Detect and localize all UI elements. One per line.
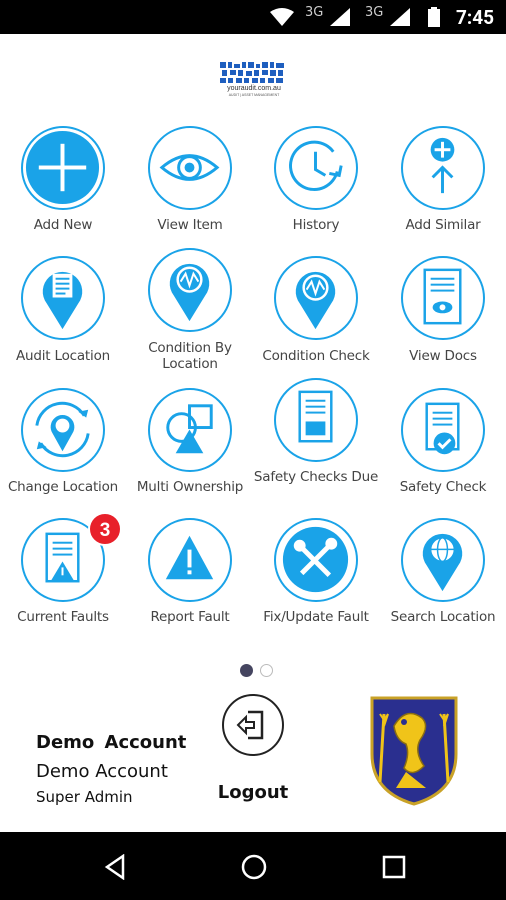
logout-label: Logout [217,782,289,803]
condition-location-pin-icon [169,263,210,322]
add-similar-icon [430,137,455,194]
app-logo: youraudit.com.au AUDIT | ASSET MANAGEMEN… [218,60,290,98]
organisation-crest-logo [366,692,462,806]
tile-label: Condition Check [262,348,370,364]
warning-triangle-icon [165,535,214,580]
documents-icon [423,268,462,325]
tile-label: Change Location [7,479,119,495]
audit-location-pin-icon [42,271,83,330]
calendar-checklist-icon [298,390,333,443]
clock: 7:45 [455,6,494,29]
system-navigation-bar [0,832,506,900]
tile-label: Safety Checks Due [253,469,379,485]
tile-label: Add Similar [405,217,481,233]
globe-pin-icon [422,533,463,592]
tile-label: Audit Location [16,348,110,364]
faults-count-badge: 3 [88,512,122,546]
account-role: Super Admin [36,788,133,806]
tile-label: Fix/Update Fault [263,609,369,625]
tools-icon [282,526,349,593]
tile-label: History [292,217,340,233]
tile-label: View Item [157,217,223,233]
tile-label: Current Faults [17,609,109,625]
logo-tagline: AUDIT | ASSET MANAGEMENT [228,93,280,97]
shapes-icon [166,404,213,454]
logo-text: youraudit.com.au [227,85,281,92]
network-type-1: 3G [305,5,324,20]
add-icon [25,130,100,205]
history-clock-icon [289,140,343,191]
account-full-name: Demo Account [36,761,168,782]
tile-label: View Docs [409,348,477,364]
eye-icon [159,154,220,181]
tile-label: Multi Ownership [136,479,244,495]
recents-icon[interactable] [382,855,406,879]
wifi-icon [270,8,294,26]
back-icon[interactable] [103,854,127,880]
page-dot-inactive[interactable] [260,664,273,677]
condition-check-pin-icon [295,271,336,330]
signal-icon-1 [330,8,350,26]
home-icon[interactable] [240,853,268,881]
tile-label: Search Location [390,609,496,625]
checked-document-icon [425,402,460,455]
logout-icon [222,694,284,756]
tile-label: Add New [33,217,93,233]
page-dot-active[interactable] [240,664,253,677]
signal-icon-2 [390,8,410,26]
tile-label: Safety Check [399,479,487,495]
change-location-icon [35,401,90,458]
account-display-name: Demo Account [36,732,187,753]
network-type-2: 3G [365,5,384,20]
tile-label: Report Fault [150,609,230,625]
battery-icon [428,7,440,27]
account-info: Demo Account Demo Account Super Admin [36,732,186,806]
status-bar: 3G 3G 7:45 [0,0,506,34]
tile-label: Condition By Location [148,340,232,372]
